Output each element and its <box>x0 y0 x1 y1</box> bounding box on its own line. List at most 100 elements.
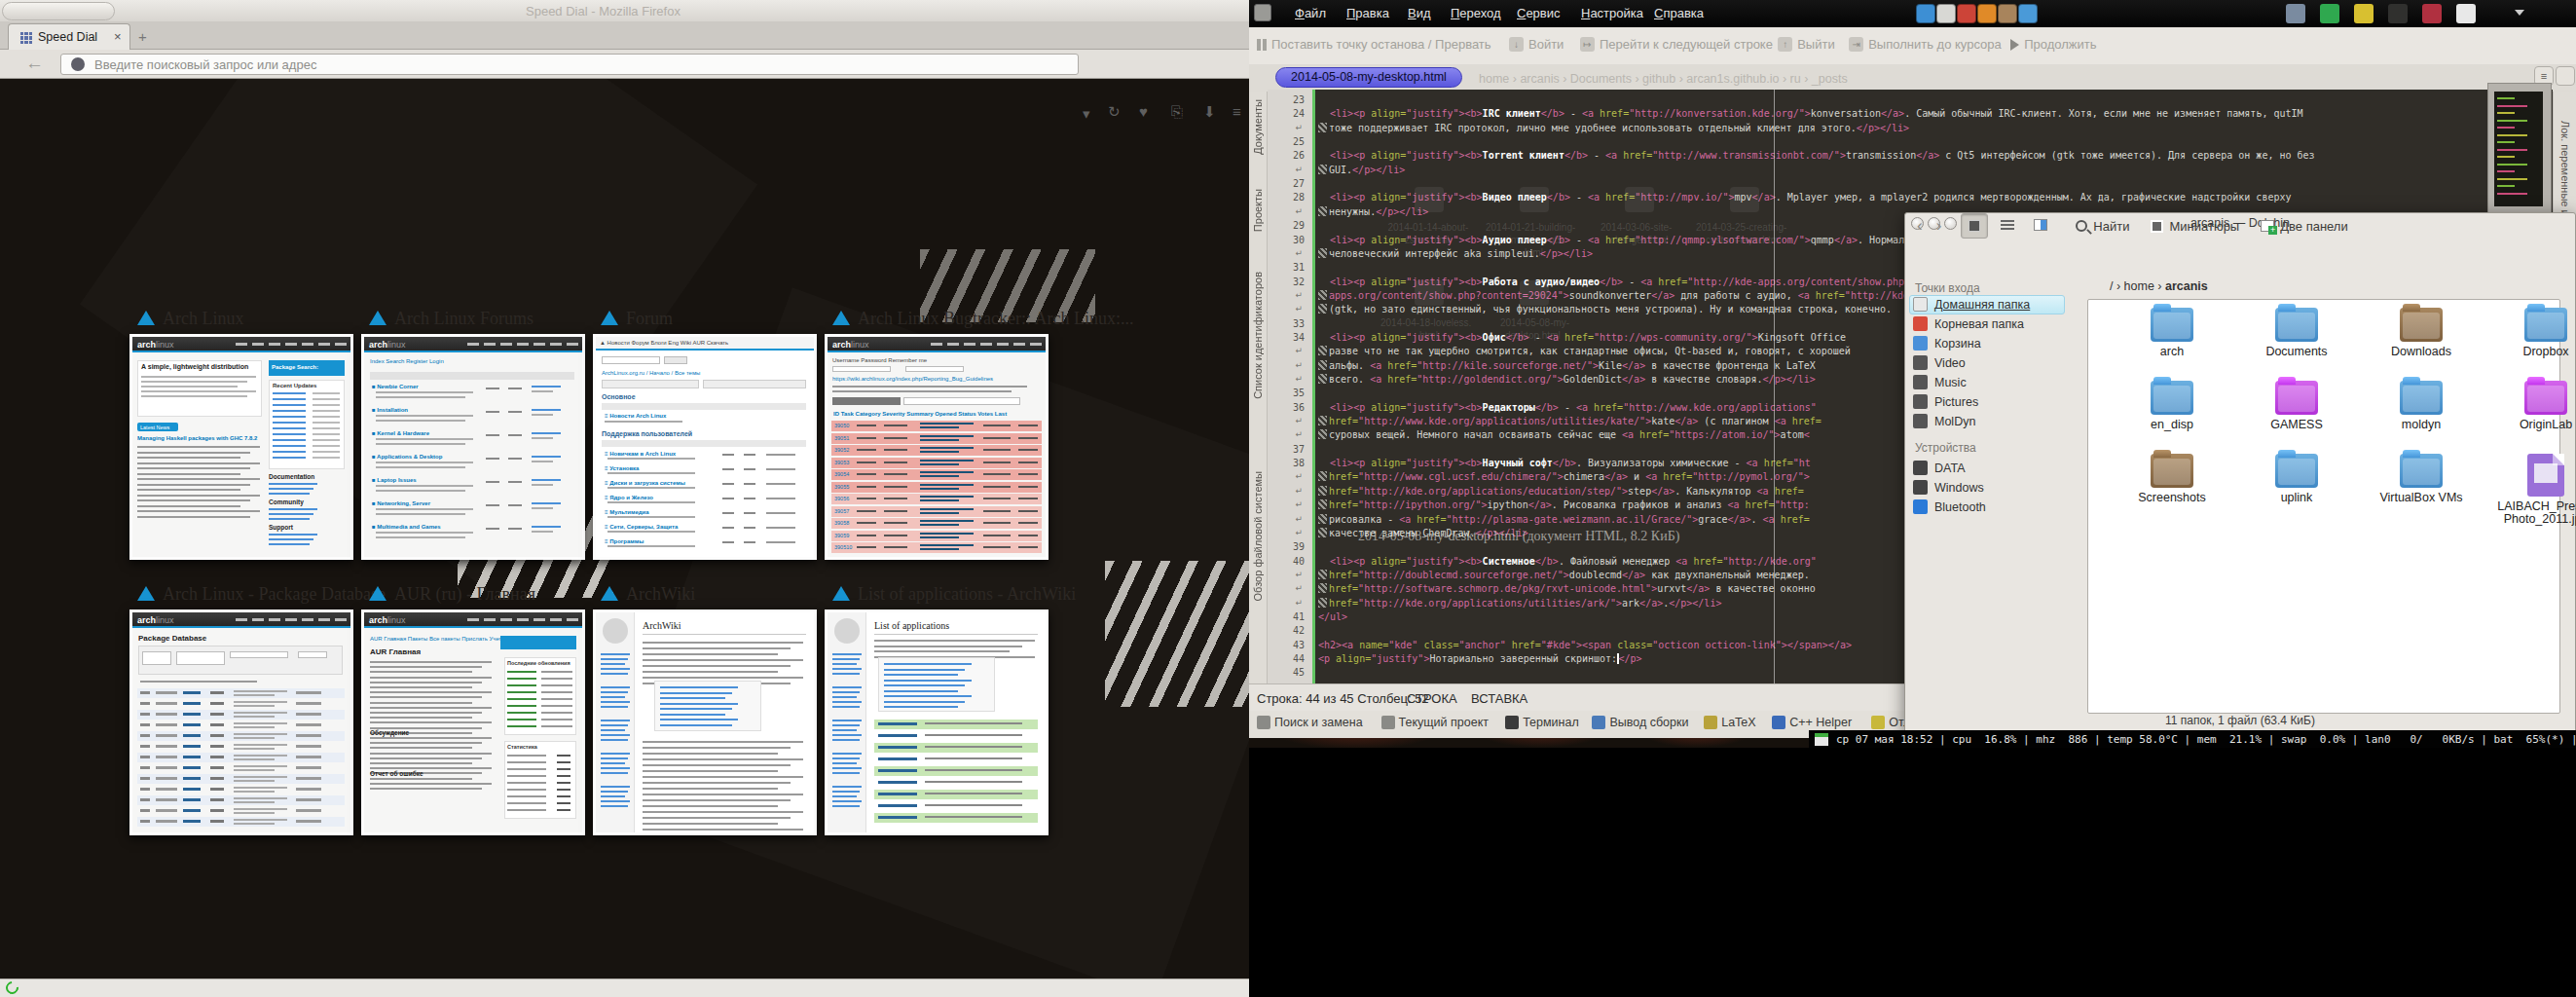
folder-Dropbox[interactable]: Dropbox <box>2492 308 2576 358</box>
kate-tabrow: 2014-05-08-my-desktop.html home › arcani… <box>1249 64 2576 92</box>
dial-cell[interactable]: Arch Linux Bugtracker:: Arch Linux:...ar… <box>825 303 1049 564</box>
dial-cell[interactable]: Arch Linux - Package DatabasearchlinuxPa… <box>129 578 353 839</box>
tray-wing-icon[interactable] <box>2388 4 2408 23</box>
toolview-tab-2[interactable]: Список идентификаторов <box>1252 272 1264 399</box>
toolview-tab-1[interactable]: Проекты <box>1252 189 1264 232</box>
tab-close-icon[interactable]: × <box>114 29 122 44</box>
menu-2[interactable]: Вид <box>1408 6 1431 20</box>
insert-mode[interactable]: ВСТАВКА <box>1471 691 1527 706</box>
dial-title: Arch Linux - Package Database <box>163 584 386 605</box>
folder-Downloads[interactable]: Downloads <box>2368 308 2475 358</box>
tray-flag-icon[interactable] <box>2422 4 2442 23</box>
folder-moldyn[interactable]: moldyn <box>2368 381 2475 431</box>
new-tab-button[interactable]: + <box>138 28 147 45</box>
place-Корзина[interactable]: Корзина <box>1913 336 1981 351</box>
place-Video[interactable]: Video <box>1913 355 1966 370</box>
tray-screens-icon[interactable] <box>2286 4 2305 23</box>
local-variables-tab[interactable]: Лок. переменные и о <box>2559 121 2571 225</box>
device-Windows[interactable]: Windows <box>1913 480 1984 495</box>
folder-GAMESS[interactable]: GAMESS <box>2243 381 2350 431</box>
dolphin-breadcrumb[interactable]: / › home › arcanis <box>2110 279 2208 293</box>
debug-4[interactable]: ⇥Выполнить до курсора <box>1849 37 2002 52</box>
place-Music[interactable]: Music <box>1913 375 1967 389</box>
tray-xorg-icon[interactable] <box>2320 4 2339 23</box>
modified-lines-indicator <box>1312 90 1315 711</box>
menu-6[interactable]: Справка <box>1654 6 1704 20</box>
dial-cell[interactable]: Arch LinuxarchlinuxA simple, lightweight… <box>129 303 353 564</box>
debug-5[interactable]: Продолжить <box>2010 37 2096 52</box>
dial-cell[interactable]: Arch Linux ForumsarchlinuxIndex Search R… <box>361 303 585 564</box>
menu-4[interactable]: Сервис <box>1517 6 1561 20</box>
dial-title: Arch Linux <box>163 309 243 329</box>
device-DATA[interactable]: DATA <box>1913 461 1965 475</box>
dolphin-window: arcanis — Dolphin Точки входа / › home ›… <box>1904 212 2576 735</box>
toolview-latex[interactable]: LaTeX <box>1704 716 1755 729</box>
terminal-thumbnail <box>2494 92 2543 206</box>
folder-arch[interactable]: arch <box>2118 308 2226 358</box>
toolview-search[interactable]: Поиск и замена <box>1257 716 1363 729</box>
place-MolDyn[interactable]: MolDyn <box>1913 414 1975 428</box>
tray-bolt-icon[interactable] <box>2354 4 2374 23</box>
folder-LAIBACH_Press_Photo_2011.jpg[interactable]: LAIBACH_Press_Photo_2011.jpg <box>2492 454 2576 526</box>
menu-icon[interactable]: ≡ <box>1233 103 1241 120</box>
toolview-tab-0[interactable]: Документы <box>1252 99 1264 155</box>
debug-3[interactable]: ↑Выйти <box>1778 37 1835 52</box>
place-Домашняя папка[interactable]: Домашняя папка <box>1913 297 2030 312</box>
toolview-cpp[interactable]: C++ Helper <box>1772 716 1852 729</box>
tray-volume-icon[interactable] <box>2456 4 2476 23</box>
menu-1[interactable]: Правка <box>1346 6 1389 20</box>
menu-0[interactable]: Файл <box>1295 6 1326 20</box>
kate-debug-toolbar: Поставить точку останова / Прервать ↓Войт… <box>1249 27 2576 64</box>
folder-en_disp[interactable]: en_disp <box>2118 381 2226 431</box>
tab-speed-dial[interactable]: Speed Dial × <box>8 23 130 50</box>
dial-cell[interactable]: AUR (ru) - ГлавнаяarchlinuxAUR Главная П… <box>361 578 585 839</box>
firefox-menu-button[interactable] <box>2 2 115 20</box>
dial-cell[interactable]: Forum▲ Новости Форум Блоги Eng Wiki AUR … <box>593 303 817 564</box>
device-Bluetooth[interactable]: Bluetooth <box>1913 499 1986 514</box>
toolview-term[interactable]: Терминал <box>1505 716 1579 729</box>
tray-app-3 <box>1977 4 1997 23</box>
dial-cell[interactable]: List of applications - ArchWikiList of a… <box>825 578 1049 839</box>
folder-Screenshots[interactable]: Screenshots <box>2118 454 2226 504</box>
debug-0[interactable]: Поставить точку останова / Прервать <box>1257 37 1491 52</box>
url-bar[interactable]: Введите поисковый запрос или адрес <box>60 54 1079 75</box>
toolview-build[interactable]: Вывод сборки <box>1592 716 1688 729</box>
debug-1[interactable]: ↓Войти <box>1509 37 1564 52</box>
back-button[interactable]: ← <box>25 53 44 74</box>
menu-3[interactable]: Переход <box>1451 6 1501 20</box>
kate-document-tab[interactable]: 2014-05-08-my-desktop.html <box>1275 67 1462 88</box>
stats-text: ср 07 мая 18:52 | cpu 16.8% | mhz 886 | … <box>1836 733 2576 746</box>
place-Корневая папка[interactable]: Корневая папка <box>1913 316 2024 331</box>
toolview-proj[interactable]: Текущий проект <box>1381 716 1489 729</box>
right-monitor: Поставить точку останова / Прервать ↓Войт… <box>1249 0 2576 748</box>
dial-title: Arch Linux Forums <box>394 309 534 329</box>
kate-left-toolviews: Документы Проекты Список идентификаторов Об… <box>1249 92 1268 711</box>
addon-icon[interactable] <box>3 979 20 996</box>
speed-dial-favicon <box>20 32 32 44</box>
dropdown-icon[interactable]: ▾ <box>1083 105 1090 123</box>
clipboard-icon[interactable]: ⎘ <box>1171 103 1183 121</box>
debug-2[interactable]: ↦Перейти к следующей строке <box>1580 37 1773 52</box>
firefox-titlebar: Speed Dial - Mozilla Firefox <box>0 0 1249 21</box>
reload-icon[interactable]: ↻ <box>1108 103 1121 121</box>
toolview-tab-3[interactable]: Обзор файловой системы <box>1252 471 1264 601</box>
folder-OriginLab[interactable]: OriginLab <box>2492 381 2576 431</box>
tray-app-1 <box>1936 4 1956 23</box>
dial-title: ArchWiki <box>626 584 695 605</box>
cursor-position: Строка: 44 из 45 Столбец: 52 <box>1257 691 1429 706</box>
dial-cell[interactable]: ArchWikiArchWiki <box>593 578 817 839</box>
heart-icon[interactable]: ♥ <box>1139 103 1148 120</box>
wrap-mode[interactable]: СТРОКА <box>1407 691 1457 706</box>
firefox-navbar: ← Введите поисковый запрос или адрес ▾↻♥… <box>0 50 1249 79</box>
place-Pictures[interactable]: Pictures <box>1913 394 1978 409</box>
site-identity-icon <box>71 57 85 71</box>
download-icon[interactable]: ⬇ <box>1203 103 1216 121</box>
tray-app-5 <box>2018 4 2038 23</box>
menu-5[interactable]: Настройка <box>1581 6 1643 20</box>
folder-VirtualBox VMs[interactable]: VirtualBox VMs <box>2368 454 2475 504</box>
line-number-gutter: 2324↵2526↵2728↵2930↵3132↵↵3334↵↵↵3536↵↵3… <box>1268 90 1312 711</box>
folder-uplink[interactable]: uplink <box>2243 454 2350 504</box>
window-button[interactable] <box>2556 66 2575 86</box>
dial-title: Forum <box>626 309 673 329</box>
folder-Documents[interactable]: Documents <box>2243 308 2350 358</box>
